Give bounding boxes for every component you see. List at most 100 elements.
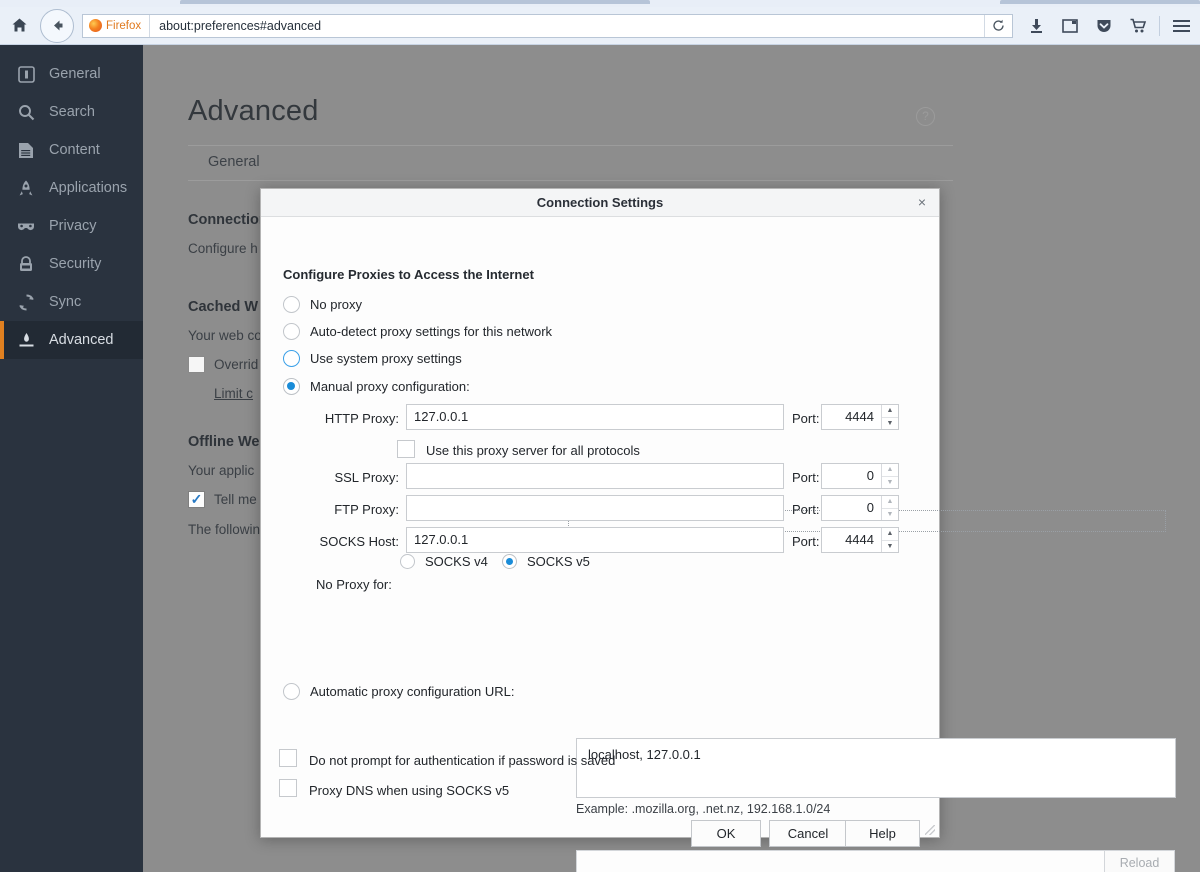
stepper-down-icon[interactable]: ▼ <box>882 476 898 489</box>
dialog-title: Connection Settings <box>537 195 663 210</box>
radio-auto-detect[interactable]: Auto-detect proxy settings for this netw… <box>283 323 552 340</box>
preferences-page: General Search Content Applications <box>0 45 1200 872</box>
socks-port-stepper[interactable]: 4444 ▲ ▼ <box>821 527 899 553</box>
cancel-button[interactable]: Cancel <box>769 820 847 847</box>
sidebar-item-label: General <box>49 66 101 82</box>
stepper-arrows[interactable]: ▲ ▼ <box>881 528 898 552</box>
radio-indicator <box>502 554 517 569</box>
stepper-arrows[interactable]: ▲ ▼ <box>881 405 898 429</box>
socks-port-label: Port: <box>792 534 819 549</box>
reload-icon[interactable] <box>984 15 1012 37</box>
stepper-up-icon[interactable]: ▲ <box>882 496 898 508</box>
home-icon[interactable] <box>0 7 38 45</box>
radio-system-proxy[interactable]: Use system proxy settings <box>283 350 462 367</box>
sidebar-item-label: Applications <box>49 180 127 196</box>
radio-indicator <box>283 350 300 367</box>
reload-button[interactable]: Reload <box>1104 850 1175 872</box>
close-icon[interactable]: × <box>913 194 931 212</box>
sidebar-item-label: Privacy <box>49 218 97 234</box>
sidebar-item-search[interactable]: Search <box>0 93 143 131</box>
sidebar-item-label: Security <box>49 256 101 272</box>
radio-indicator <box>283 378 300 395</box>
http-port-stepper[interactable]: 4444 ▲ ▼ <box>821 404 899 430</box>
ftp-port-stepper[interactable]: 0 ▲ ▼ <box>821 495 899 521</box>
radio-automatic-pac[interactable]: Automatic proxy configuration URL: <box>283 683 514 700</box>
radio-label: Auto-detect proxy settings for this netw… <box>310 324 552 339</box>
ssl-proxy-input[interactable] <box>406 463 784 489</box>
page-title: Advanced <box>188 95 319 128</box>
override-checkbox[interactable] <box>188 356 205 373</box>
sidebar-item-content[interactable]: Content <box>0 131 143 169</box>
stepper-arrows[interactable]: ▲ ▼ <box>881 464 898 488</box>
socks-host-input[interactable]: 127.0.0.1 <box>406 527 784 553</box>
address-bar[interactable]: Firefox about:preferences#advanced <box>82 14 1013 38</box>
url-text[interactable]: about:preferences#advanced <box>150 19 321 33</box>
limit-label[interactable]: Limit c <box>214 386 253 401</box>
menu-icon[interactable] <box>1164 9 1198 43</box>
firefox-logo-icon <box>89 19 102 32</box>
proxy-dns-checkbox[interactable] <box>279 779 297 797</box>
stepper-arrows[interactable]: ▲ ▼ <box>881 496 898 520</box>
stepper-down-icon[interactable]: ▼ <box>882 417 898 430</box>
ok-button[interactable]: OK <box>691 820 761 847</box>
resize-grip[interactable] <box>925 825 935 835</box>
sync-icon <box>16 292 36 312</box>
cart-icon[interactable] <box>1121 9 1155 43</box>
all-protocols-checkbox[interactable] <box>397 440 415 458</box>
ftp-proxy-input[interactable] <box>406 495 784 521</box>
sidebar-item-security[interactable]: Security <box>0 245 143 283</box>
pac-url-input[interactable] <box>576 850 1104 872</box>
all-protocols-label: Use this proxy server for all protocols <box>426 443 640 458</box>
content-icon <box>16 140 36 160</box>
sidebar-item-privacy[interactable]: Privacy <box>0 207 143 245</box>
sidebar-item-applications[interactable]: Applications <box>0 169 143 207</box>
ftp-proxy-label: FTP Proxy: <box>303 502 399 517</box>
radio-socks-v5[interactable]: SOCKS v5 <box>502 554 590 569</box>
http-port-label: Port: <box>792 411 819 426</box>
http-proxy-label: HTTP Proxy: <box>303 411 399 426</box>
ssl-proxy-label: SSL Proxy: <box>303 470 399 485</box>
tab-item[interactable] <box>180 0 650 4</box>
radio-label: SOCKS v4 <box>425 554 488 569</box>
tab-item[interactable] <box>1000 0 1200 4</box>
radio-manual-proxy[interactable]: Manual proxy configuration: <box>283 378 470 395</box>
tab-general[interactable]: General <box>208 154 260 170</box>
download-icon[interactable] <box>1019 9 1053 43</box>
sidebar-item-sync[interactable]: Sync <box>0 283 143 321</box>
back-arrow-icon[interactable] <box>40 9 74 43</box>
no-auth-prompt-checkbox[interactable] <box>279 749 297 767</box>
stepper-down-icon[interactable]: ▼ <box>882 540 898 553</box>
sidebar-item-label: Content <box>49 142 100 158</box>
override-label: Overrid <box>214 357 258 372</box>
dialog-titlebar: Connection Settings × <box>261 189 939 217</box>
radio-socks-v4[interactable]: SOCKS v4 <box>400 554 488 569</box>
stepper-up-icon[interactable]: ▲ <box>882 405 898 417</box>
connection-text: Configure h <box>188 241 258 256</box>
stepper-up-icon[interactable]: ▲ <box>882 528 898 540</box>
sidebar-item-label: Sync <box>49 294 81 310</box>
tab-strip <box>0 0 1200 7</box>
radio-no-proxy[interactable]: No proxy <box>283 296 362 313</box>
cached-text: Your web co <box>188 328 262 343</box>
tell-me-label: Tell me <box>214 492 257 507</box>
ssl-port-value: 0 <box>822 464 881 488</box>
stepper-up-icon[interactable]: ▲ <box>882 464 898 476</box>
http-port-value: 4444 <box>822 405 881 429</box>
tell-me-checkbox[interactable]: ✓ <box>188 491 205 508</box>
ssl-port-stepper[interactable]: 0 ▲ ▼ <box>821 463 899 489</box>
security-lock-icon <box>16 254 36 274</box>
sidebar-item-advanced[interactable]: Advanced <box>0 321 143 359</box>
help-button[interactable]: Help <box>845 820 920 847</box>
help-question-icon[interactable]: ? <box>916 107 935 126</box>
http-proxy-input[interactable]: 127.0.0.1 <box>406 404 784 430</box>
preferences-tabrow: General <box>188 145 953 181</box>
pocket-icon[interactable] <box>1087 9 1121 43</box>
stepper-down-icon[interactable]: ▼ <box>882 508 898 521</box>
sidebar-item-general[interactable]: General <box>0 55 143 93</box>
radio-label: SOCKS v5 <box>527 554 590 569</box>
general-icon <box>16 64 36 84</box>
radio-label: Automatic proxy configuration URL: <box>310 684 514 699</box>
sidebar-icon[interactable] <box>1053 9 1087 43</box>
toolbar-divider <box>1159 16 1160 36</box>
no-proxy-textarea[interactable]: localhost, 127.0.0.1 <box>576 738 1176 798</box>
